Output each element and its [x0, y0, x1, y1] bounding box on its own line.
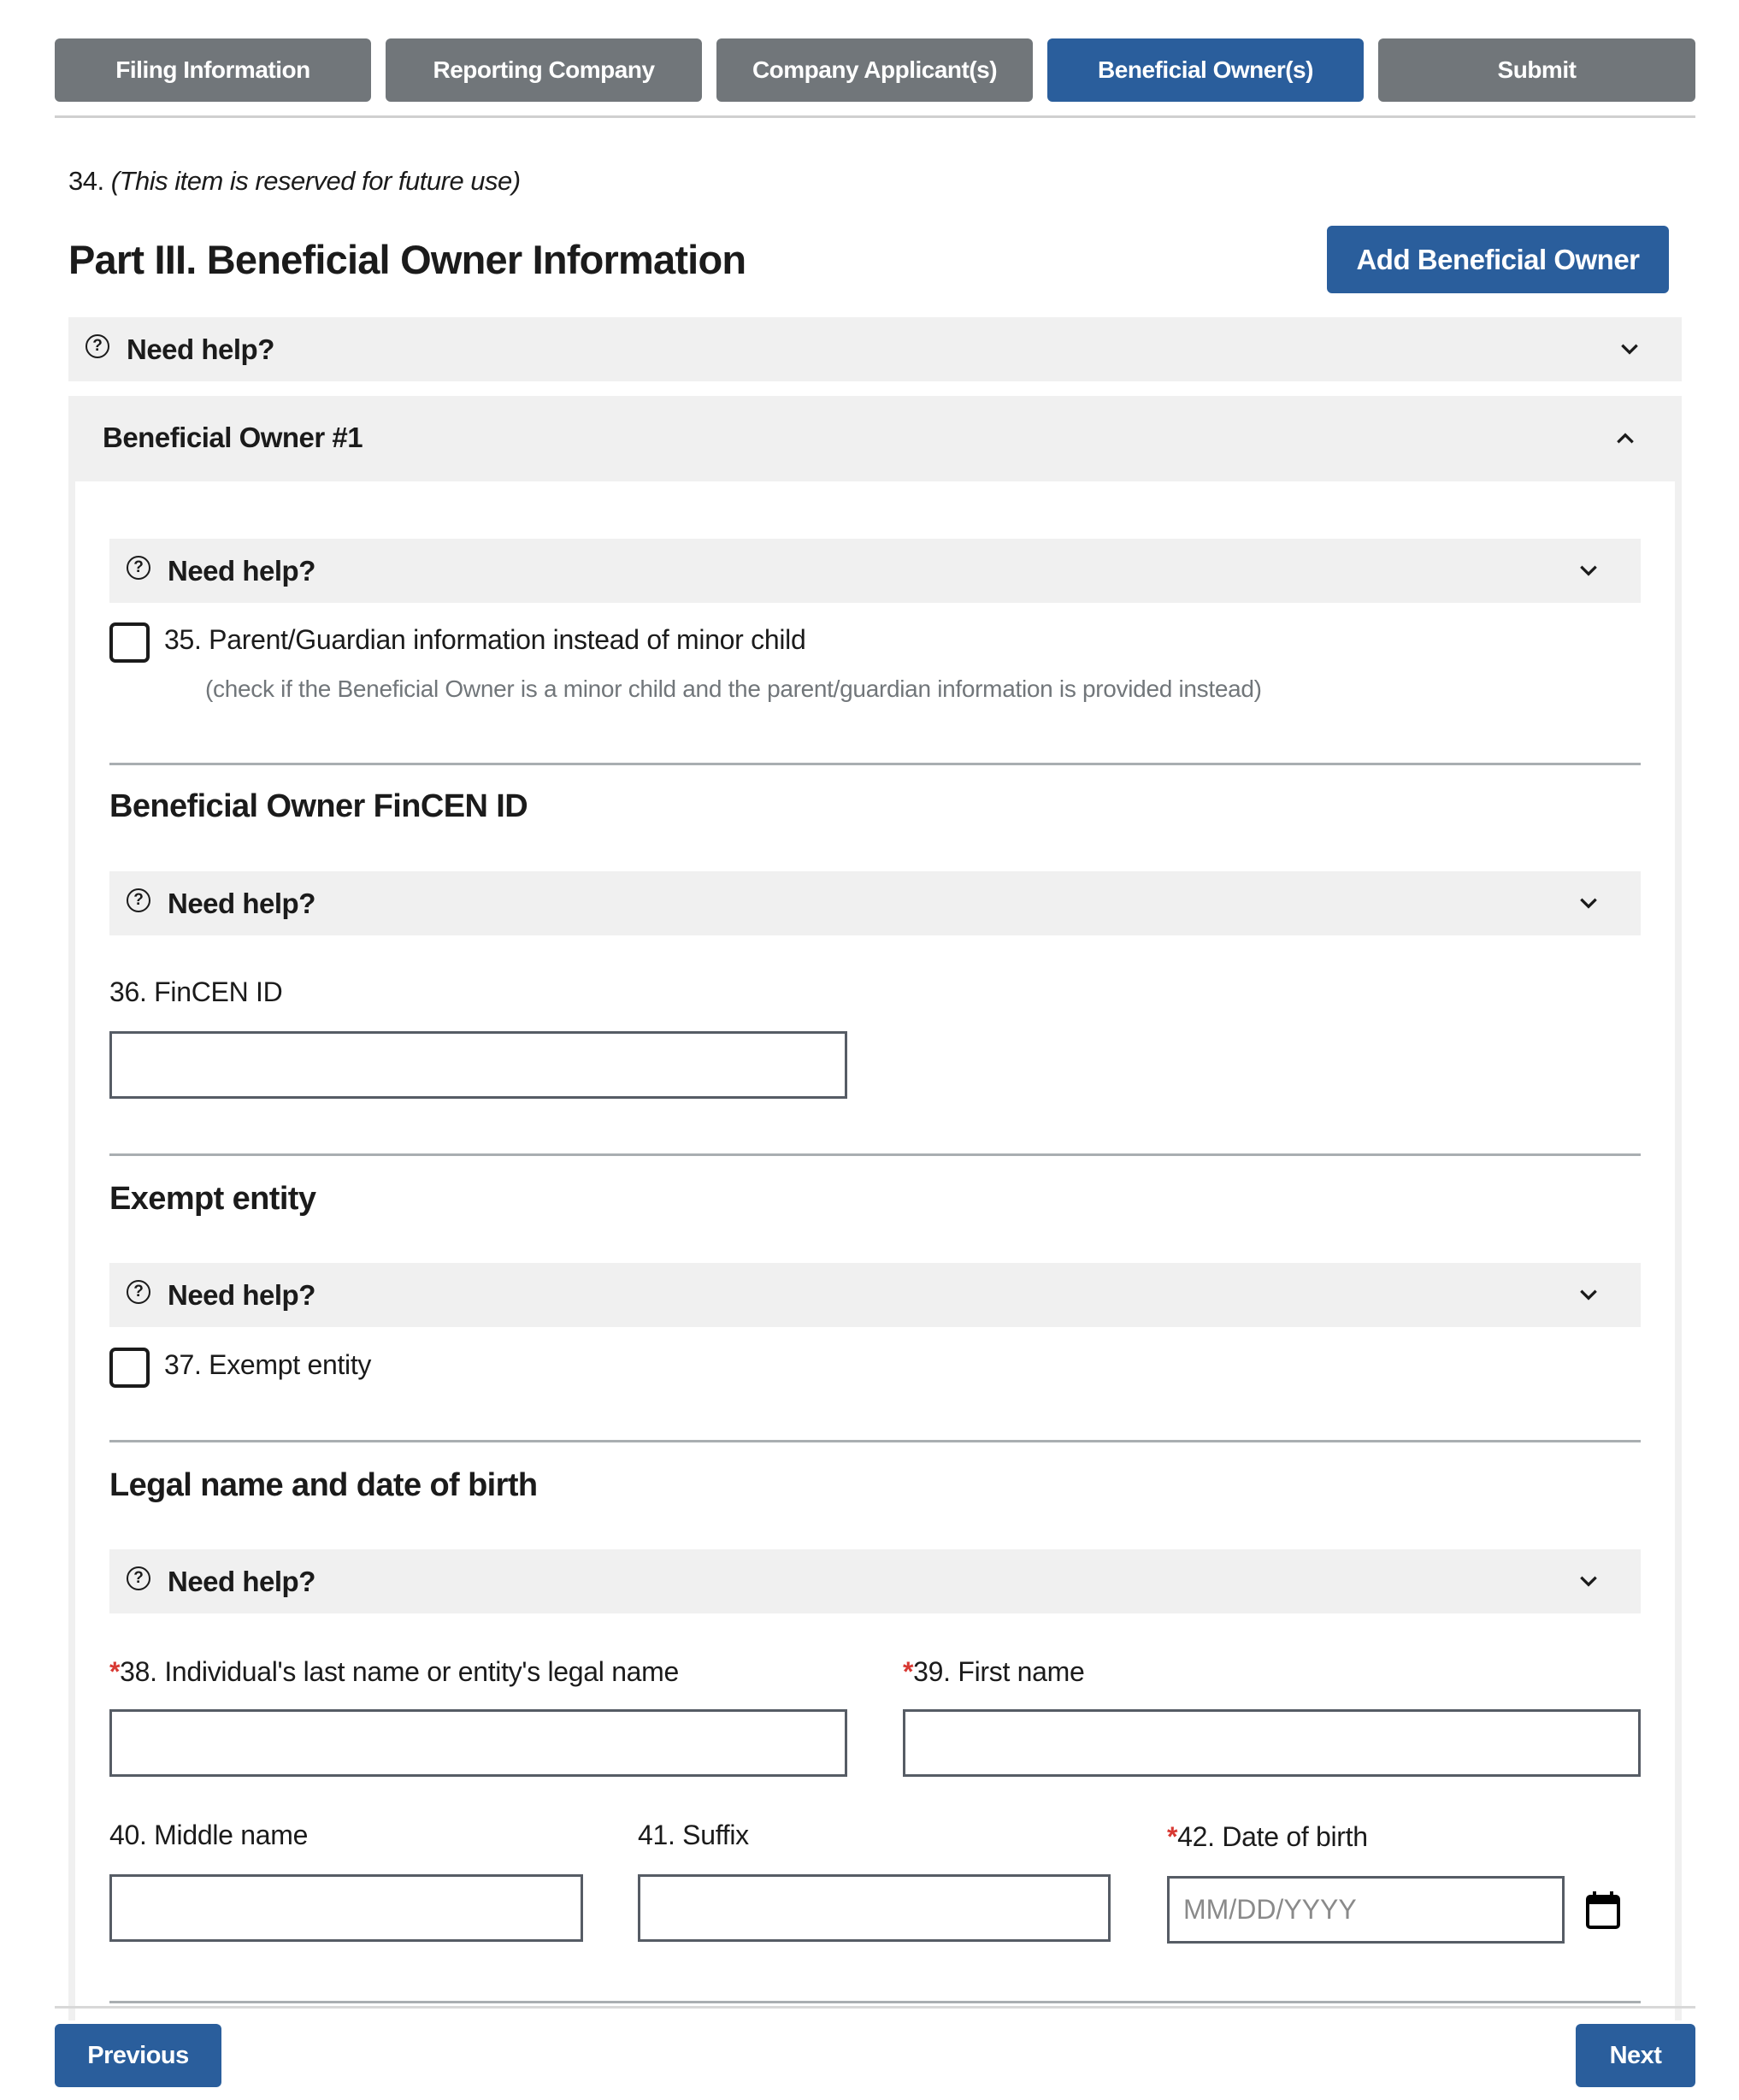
- reserved-item-number: 34.: [68, 166, 104, 196]
- chevron-down-icon: [1580, 1576, 1597, 1587]
- beneficial-owner-1-body: [75, 481, 1675, 2020]
- parent-guardian-label[interactable]: 35. Parent/Guardian information instead …: [164, 624, 806, 656]
- step-tab-submit[interactable]: Submit: [1378, 38, 1695, 102]
- help-label: Need help?: [127, 333, 274, 365]
- step-tab-filing-information[interactable]: Filing Information: [55, 38, 371, 102]
- step-tab-reporting-company[interactable]: Reporting Company: [386, 38, 702, 102]
- suffix-label: 41. Suffix: [638, 1820, 749, 1850]
- add-beneficial-owner-button[interactable]: Add Beneficial Owner: [1327, 226, 1669, 293]
- question-circle-icon: ?: [85, 333, 109, 358]
- beneficial-owner-1-title[interactable]: Beneficial Owner #1: [103, 422, 363, 454]
- chevron-down-icon: [1580, 565, 1597, 576]
- fincen-id-input[interactable]: [109, 1031, 847, 1099]
- calendar-icon[interactable]: [1585, 1890, 1621, 1931]
- help-accordion-part-iii[interactable]: ? Need help?: [68, 317, 1682, 381]
- first-name-label: *39. First name: [903, 1656, 1085, 1688]
- help-accordion-legal-name[interactable]: ? Need help?: [109, 1549, 1641, 1613]
- help-accordion-exempt[interactable]: ? Need help?: [109, 1263, 1641, 1327]
- step-tab-company-applicants[interactable]: Company Applicant(s): [716, 38, 1033, 102]
- help-label: Need help?: [168, 1278, 315, 1311]
- step-tab-beneficial-owners[interactable]: Beneficial Owner(s): [1047, 38, 1364, 102]
- question-circle-icon: ?: [127, 1566, 150, 1590]
- middle-name-label: 40. Middle name: [109, 1820, 309, 1850]
- first-name-input[interactable]: [903, 1709, 1641, 1777]
- section-divider: [109, 1440, 1641, 1442]
- question-circle-icon: ?: [127, 555, 150, 580]
- required-asterisk: *: [109, 1656, 121, 1687]
- date-of-birth-input[interactable]: MM/DD/YYYY: [1167, 1876, 1565, 1944]
- help-label: Need help?: [168, 554, 315, 587]
- reserved-item-34: 34. (This item is reserved for future us…: [68, 166, 521, 197]
- help-label: Need help?: [168, 887, 315, 919]
- exempt-section-title: Exempt entity: [109, 1181, 316, 1217]
- next-button[interactable]: Next: [1576, 2024, 1695, 2087]
- required-asterisk: *: [903, 1656, 914, 1687]
- chevron-down-icon: [1621, 344, 1638, 355]
- steps-divider: [55, 115, 1695, 118]
- previous-button[interactable]: Previous: [55, 2024, 221, 2087]
- date-of-birth-label-text: 42. Date of birth: [1177, 1821, 1368, 1852]
- question-circle-icon: ?: [127, 1279, 150, 1304]
- parent-guardian-checkbox[interactable]: [109, 622, 150, 663]
- footer-divider: [55, 2006, 1695, 2009]
- exempt-entity-label[interactable]: 37. Exempt entity: [164, 1349, 371, 1381]
- section-divider: [109, 1153, 1641, 1156]
- chevron-up-icon[interactable]: [1614, 428, 1636, 450]
- section-divider: [109, 763, 1641, 765]
- page-title: Part III. Beneficial Owner Information: [68, 237, 746, 282]
- parent-guardian-hint: (check if the Beneficial Owner is a mino…: [205, 675, 1262, 702]
- fincen-section-title: Beneficial Owner FinCEN ID: [109, 788, 528, 824]
- help-accordion-owner[interactable]: ? Need help?: [109, 539, 1641, 603]
- last-name-input[interactable]: [109, 1709, 847, 1777]
- chevron-down-icon: [1580, 898, 1597, 909]
- reserved-item-text: (This item is reserved for future use): [110, 166, 521, 196]
- last-name-label-text: 38. Individual's last name or entity's l…: [120, 1656, 680, 1687]
- question-circle-icon: ?: [127, 888, 150, 912]
- section-divider: [109, 2001, 1641, 2003]
- fincen-id-label: 36. FinCEN ID: [109, 976, 283, 1007]
- help-label: Need help?: [168, 1565, 315, 1597]
- last-name-label: *38. Individual's last name or entity's …: [109, 1656, 679, 1688]
- required-asterisk: *: [1167, 1821, 1178, 1852]
- chevron-down-icon: [1580, 1289, 1597, 1301]
- exempt-entity-checkbox[interactable]: [109, 1348, 150, 1388]
- help-accordion-fincen[interactable]: ? Need help?: [109, 871, 1641, 935]
- first-name-label-text: 39. First name: [913, 1656, 1085, 1687]
- date-of-birth-label: *42. Date of birth: [1167, 1821, 1368, 1853]
- middle-name-input[interactable]: [109, 1874, 583, 1942]
- suffix-input[interactable]: [638, 1874, 1111, 1942]
- legal-name-section-title: Legal name and date of birth: [109, 1467, 538, 1503]
